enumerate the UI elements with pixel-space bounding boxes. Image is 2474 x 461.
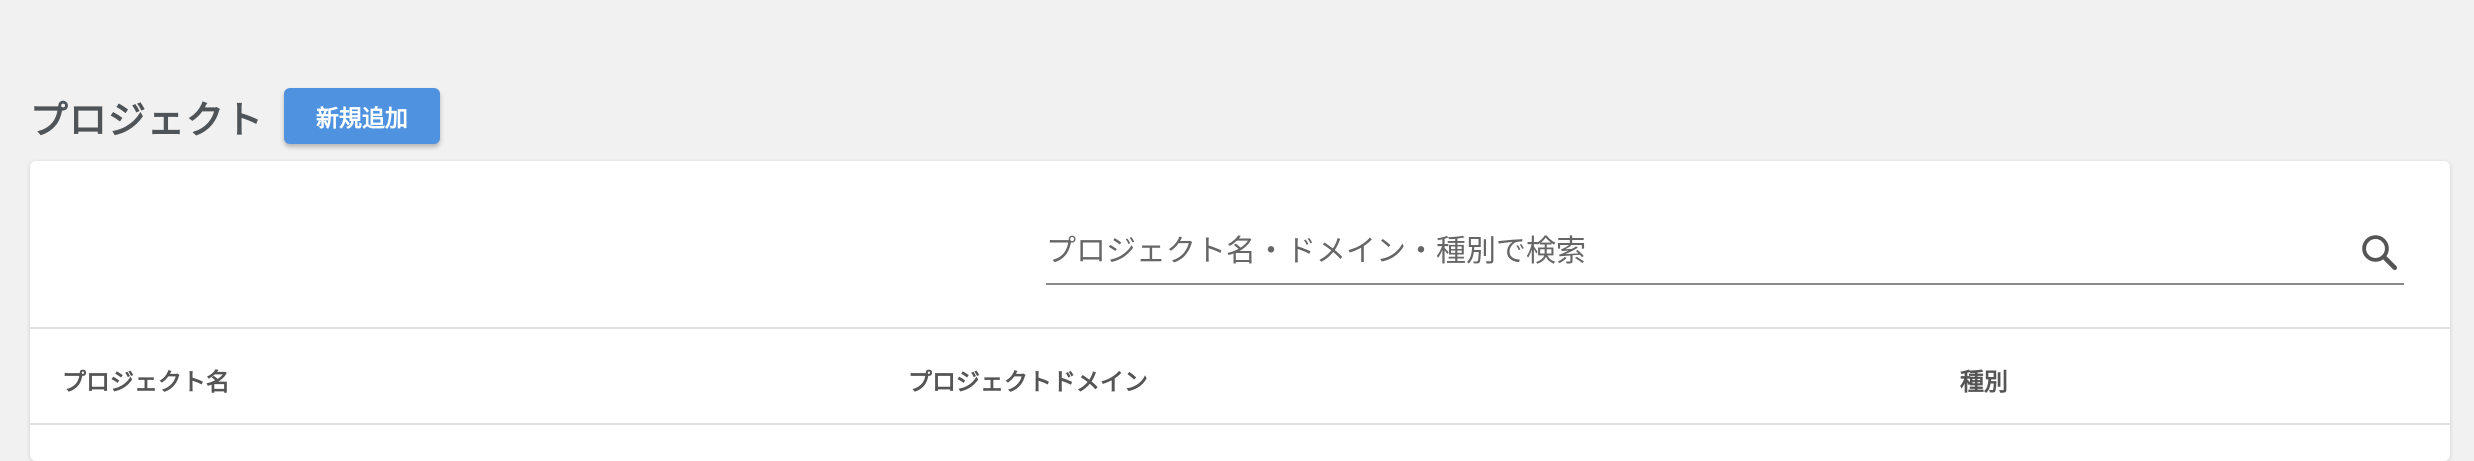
page-header: プロジェクト 新規追加 (30, 88, 441, 144)
search-input[interactable] (1046, 221, 2326, 281)
column-header-project-domain[interactable]: プロジェクトドメイン (908, 362, 1148, 397)
search-area (30, 161, 2450, 329)
search-icon[interactable] (2358, 231, 2400, 273)
column-header-project-name[interactable]: プロジェクト名 (62, 362, 230, 397)
table-header-row: プロジェクト名 プロジェクトドメイン 種別 (30, 329, 2450, 425)
page-title: プロジェクト (30, 97, 265, 142)
add-new-button[interactable]: 新規追加 (284, 88, 441, 144)
project-list-card: プロジェクト名 プロジェクトドメイン 種別 (30, 161, 2450, 461)
column-header-type[interactable]: 種別 (1960, 362, 2008, 397)
search-box (1046, 221, 2404, 285)
